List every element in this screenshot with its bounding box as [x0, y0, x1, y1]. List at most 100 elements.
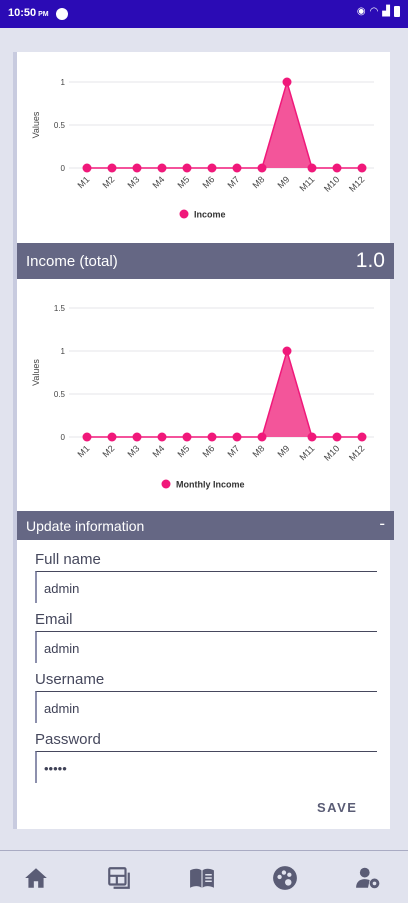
y-tick-label: 0.5 [54, 390, 66, 399]
data-point [232, 163, 242, 173]
signal-icon: ▟ [382, 6, 390, 17]
app-notification-icon [56, 8, 68, 20]
y-tick-label: 0.5 [54, 121, 66, 130]
x-tick-label: M5 [175, 174, 191, 190]
data-point [232, 432, 242, 442]
data-point [182, 432, 192, 442]
password-input[interactable] [37, 752, 377, 776]
data-point [182, 163, 192, 173]
data-point [357, 432, 367, 442]
x-tick-label: M11 [297, 443, 316, 462]
data-point [307, 163, 317, 173]
update-info-title: Update information [26, 518, 145, 534]
password-label: Password [35, 731, 101, 748]
username-input[interactable] [37, 692, 377, 716]
full-name-input[interactable] [37, 572, 377, 596]
x-tick-label: M1 [75, 443, 91, 459]
legend-label: Monthly Income [176, 480, 245, 490]
income-chart-svg: 0 0.5 1 Values M1 M2 M3 M4 M5 M6 M7 M8 M9 M11 M10 M12 In… [31, 77, 374, 220]
legend-label: Income [194, 210, 226, 220]
email-label: Email [35, 611, 73, 628]
x-tick-label: M9 [275, 443, 291, 459]
x-tick-label: M2 [100, 443, 116, 459]
x-tick-label: M10 [322, 443, 341, 462]
y-tick-label: 0 [61, 164, 66, 173]
x-tick-label: M1 [75, 174, 91, 190]
x-tick-label: M6 [200, 174, 216, 190]
monthly-income-chart-svg: 0 0.5 1 1.5 Values M1 M2 M3 M4 M5 M6 M7 M8 M9 M11 M10 M1… [31, 304, 374, 490]
y-tick-label: 1 [61, 78, 66, 87]
email-field[interactable] [35, 631, 377, 663]
wifi-icon: ◠ [369, 6, 379, 17]
x-tick-label: M7 [225, 443, 241, 459]
data-point [207, 432, 217, 442]
data-point [107, 432, 117, 442]
legend: Income [179, 209, 226, 220]
income-total-value: 1.0 [355, 249, 385, 272]
data-point [257, 432, 267, 442]
x-tick-label: M12 [347, 174, 366, 193]
email-input[interactable] [37, 632, 377, 656]
x-tick-label: M4 [150, 174, 166, 190]
data-point [82, 432, 92, 442]
status-time: 10:50 PM [8, 7, 49, 19]
home-icon[interactable] [23, 865, 49, 891]
x-tick-label: M8 [250, 174, 266, 190]
palette-icon[interactable] [272, 865, 298, 891]
username-field[interactable] [35, 691, 377, 723]
data-point [207, 163, 217, 173]
user-settings-icon[interactable] [355, 865, 381, 891]
full-name-label: Full name [35, 551, 101, 568]
bottom-nav [0, 850, 408, 903]
data-point [132, 432, 142, 442]
x-tick-label: M5 [175, 443, 191, 459]
income-total-header: Income (total) 1.0 [17, 243, 394, 279]
x-tick-label: M10 [322, 174, 341, 193]
x-tick-label: M6 [200, 443, 216, 459]
x-tick-label: M11 [297, 174, 316, 193]
income-total-label: Income (total) [26, 253, 118, 270]
legend: Monthly Income [161, 479, 245, 490]
full-name-field[interactable] [35, 571, 377, 603]
x-tick-label: M4 [150, 443, 166, 459]
legend-marker [179, 209, 189, 219]
data-point [332, 432, 342, 442]
x-tick-label: M7 [225, 174, 241, 190]
y-tick-label: 0 [61, 433, 66, 442]
x-tick-label: M12 [347, 443, 366, 462]
username-label: Username [35, 671, 105, 688]
password-field[interactable] [35, 751, 377, 783]
update-info-header[interactable]: Update information - [17, 511, 394, 540]
y-axis-label: Values [31, 359, 41, 386]
data-point [357, 163, 367, 173]
book-icon[interactable] [189, 865, 215, 891]
data-point [157, 432, 167, 442]
y-tick-label: 1 [61, 347, 66, 356]
monthly-income-chart: 0 0.5 1 1.5 Values M1 M2 M3 M4 M5 M6 M7 M8 M9 M11 M10 M1… [17, 280, 390, 510]
dashboard-icon[interactable] [106, 865, 132, 891]
data-point [82, 163, 92, 173]
y-axis-label: Values [31, 111, 41, 138]
x-tick-label: M3 [125, 174, 141, 190]
data-point [132, 163, 142, 173]
income-chart: 0 0.5 1 Values M1 M2 M3 M4 M5 M6 M7 M8 M9 M11 M10 M12 In… [17, 52, 390, 242]
legend-marker [161, 479, 171, 489]
save-button[interactable]: SAVE [317, 800, 357, 815]
x-tick-label: M9 [275, 174, 291, 190]
main-card: 0 0.5 1 Values M1 M2 M3 M4 M5 M6 M7 M8 M9 M11 M10 M12 In… [13, 52, 394, 829]
data-point [282, 77, 292, 87]
x-tick-label: M3 [125, 443, 141, 459]
data-point [282, 346, 292, 356]
data-point [157, 163, 167, 173]
data-point [107, 163, 117, 173]
status-bar: 10:50 PM ◉ ◠ ▟ [0, 0, 408, 28]
y-tick-label: 1.5 [54, 304, 66, 313]
collapse-toggle[interactable]: - [379, 514, 385, 534]
battery-icon [394, 6, 400, 17]
data-point [257, 163, 267, 173]
alarm-icon: ◉ [356, 6, 366, 17]
x-tick-label: M8 [250, 443, 266, 459]
data-point [307, 432, 317, 442]
x-tick-label: M2 [100, 174, 116, 190]
data-point [332, 163, 342, 173]
